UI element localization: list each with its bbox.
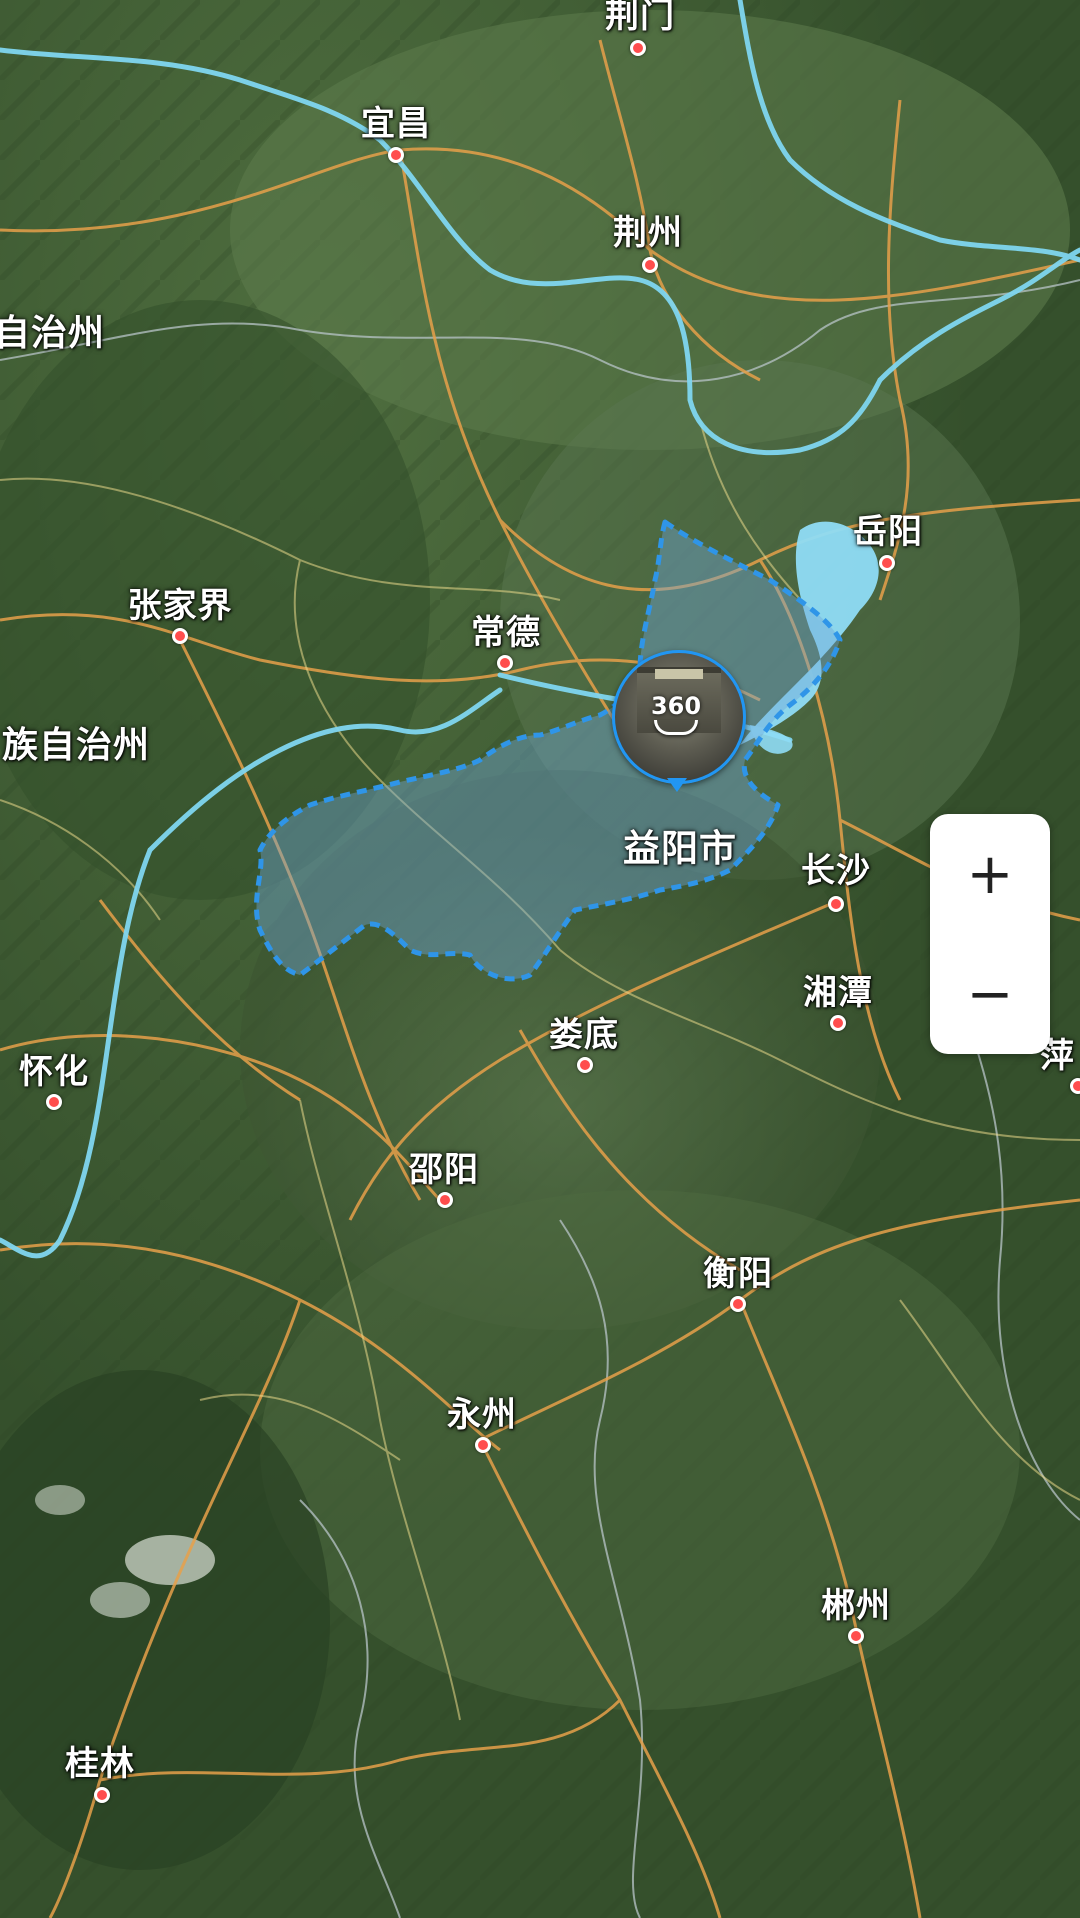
city-dot-jingmen[interactable] <box>630 40 646 56</box>
zoom-in-button[interactable]: + <box>930 814 1050 934</box>
city-dot-zhangjiajie[interactable] <box>172 628 188 644</box>
panorama-360-icon: 360 <box>646 684 706 744</box>
city-dot-hengyang[interactable] <box>730 1296 746 1312</box>
city-dot-changsha[interactable] <box>828 896 844 912</box>
map-view[interactable]: 荆门 宜昌 荆州 岳阳 张家界 常德 长沙 湘潭 娄底 怀化 邵阳 衡阳 永州 … <box>0 0 1080 1918</box>
city-dot-huaihua[interactable] <box>46 1094 62 1110</box>
city-dot-yueyang[interactable] <box>879 555 895 571</box>
city-dot-jingzhou[interactable] <box>642 257 658 273</box>
city-dot-pingxiang[interactable] <box>1070 1078 1080 1094</box>
panorama-360-label: 360 <box>650 691 702 720</box>
city-dot-xiangtan[interactable] <box>830 1015 846 1031</box>
city-dot-guilin[interactable] <box>94 1787 110 1803</box>
city-dot-changde[interactable] <box>497 655 513 671</box>
city-dot-loudi[interactable] <box>577 1057 593 1073</box>
satellite-basemap <box>0 0 1080 1918</box>
city-dot-yichang[interactable] <box>388 147 404 163</box>
city-dot-shaoyang[interactable] <box>437 1192 453 1208</box>
zoom-out-button[interactable]: − <box>930 934 1050 1054</box>
city-dot-chenzhou[interactable] <box>848 1628 864 1644</box>
marker-pointer-icon <box>667 778 687 792</box>
rotate-arrow-icon <box>654 719 698 735</box>
panorama-360-marker[interactable]: 360 <box>612 650 746 792</box>
city-dot-yongzhou[interactable] <box>475 1437 491 1453</box>
zoom-control: + − <box>930 814 1050 1054</box>
